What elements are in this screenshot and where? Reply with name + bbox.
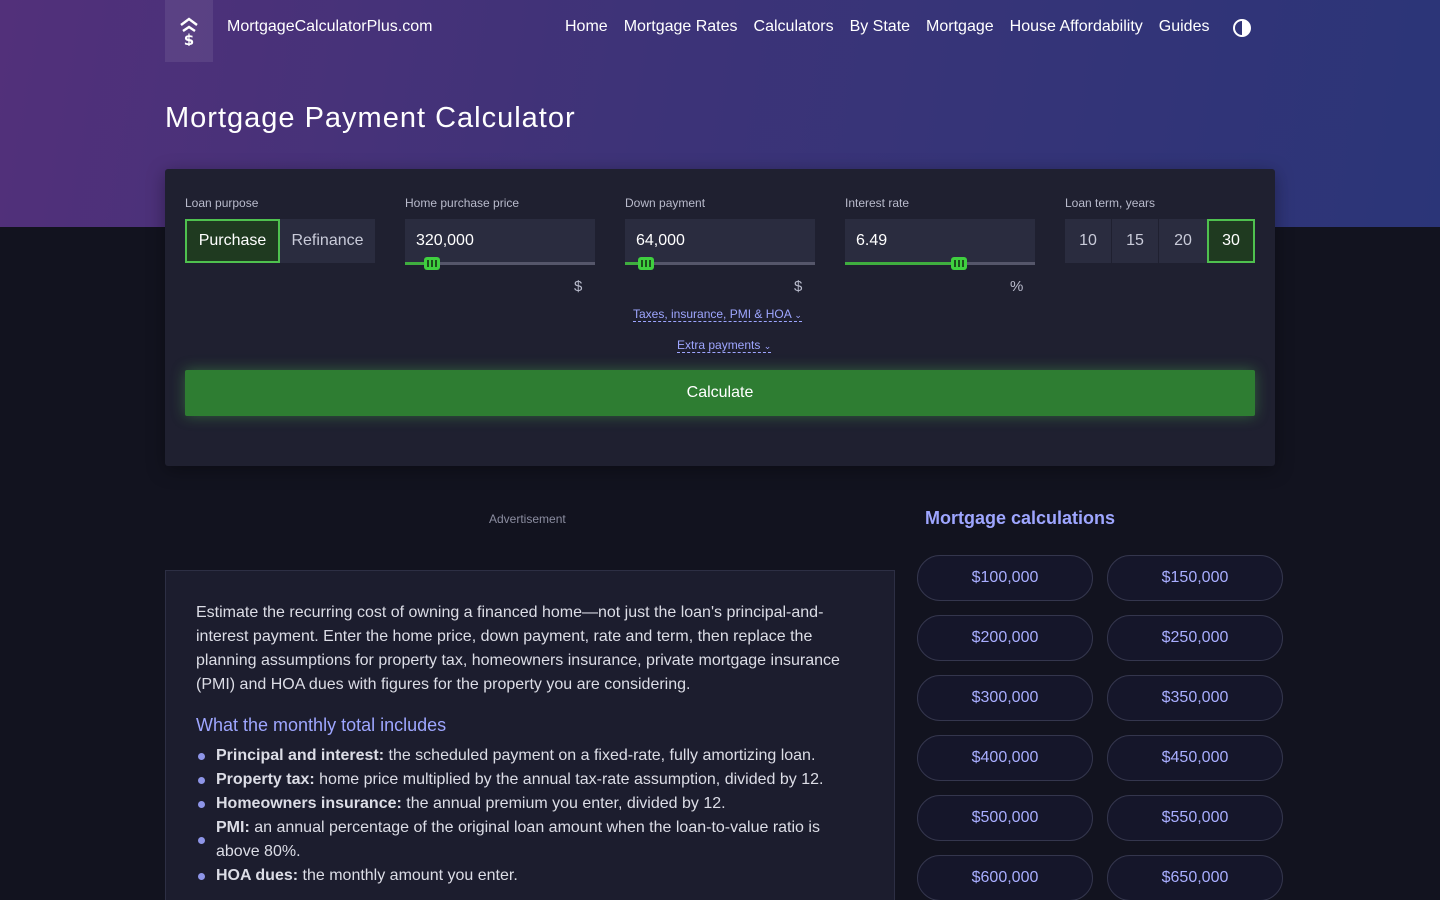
- nav-calculators[interactable]: Calculators: [754, 18, 834, 36]
- loan-term-toggle: 10 15 20 30: [1065, 219, 1255, 263]
- list-item: Principal and interest: the scheduled pa…: [196, 744, 864, 768]
- calc-link-650000[interactable]: $650,000: [1107, 855, 1283, 900]
- calculator-panel: Loan purpose Purchase Refinance Home pur…: [165, 169, 1275, 466]
- extra-payments-toggle[interactable]: Extra payments ⌄: [677, 338, 772, 353]
- nav-mortgage[interactable]: Mortgage: [926, 18, 994, 36]
- nav-mortgage-rates[interactable]: Mortgage Rates: [624, 18, 738, 36]
- home-price-unit: $: [574, 278, 583, 295]
- site-name-link[interactable]: MortgageCalculatorPlus.com: [227, 18, 432, 36]
- down-payment-slider[interactable]: [625, 257, 815, 270]
- down-payment-label: Down payment: [625, 196, 706, 210]
- list-item: HOA dues: the monthly amount you enter.: [196, 864, 864, 888]
- list-item: Homeowners insurance: the annual premium…: [196, 792, 864, 816]
- list-item-text: the scheduled payment on a fixed-rate, f…: [384, 747, 816, 764]
- chevron-down-icon: ⌄: [763, 341, 772, 351]
- svg-text:$: $: [184, 31, 194, 46]
- loan-purpose-label: Loan purpose: [185, 196, 259, 210]
- top-navigation-bar: $ MortgageCalculatorPlus.com Home Mortga…: [0, 0, 1440, 62]
- list-item-term: PMI:: [216, 819, 250, 836]
- calc-link-300000[interactable]: $300,000: [917, 675, 1093, 721]
- article-intro: Estimate the recurring cost of owning a …: [196, 604, 840, 693]
- main-nav: Home Mortgage Rates Calculators By State…: [565, 18, 1209, 36]
- home-price-label: Home purchase price: [405, 196, 520, 210]
- calculate-button[interactable]: Calculate: [185, 370, 1255, 416]
- calc-link-100000[interactable]: $100,000: [917, 555, 1093, 601]
- taxes-insurance-toggle-label: Taxes, insurance, PMI & HOA: [633, 307, 792, 321]
- interest-rate-slider[interactable]: [845, 257, 1035, 270]
- nav-home[interactable]: Home: [565, 18, 608, 36]
- list-item-term: Property tax:: [216, 771, 315, 788]
- term-15-button[interactable]: 15: [1112, 219, 1159, 263]
- calc-link-200000[interactable]: $200,000: [917, 615, 1093, 661]
- site-logo[interactable]: $: [165, 0, 213, 62]
- list-item-text: home price multiplied by the annual tax-…: [314, 771, 824, 788]
- interest-rate-unit: %: [1010, 278, 1024, 295]
- mortgage-calculations-grid: $100,000 $150,000 $200,000 $250,000 $300…: [917, 555, 1283, 900]
- nav-house-affordability[interactable]: House Affordability: [1010, 18, 1143, 36]
- list-item: Property tax: home price multiplied by t…: [196, 768, 864, 792]
- article-list: Principal and interest: the scheduled pa…: [196, 744, 864, 888]
- loan-term-label: Loan term, years: [1065, 196, 1156, 210]
- interest-rate-slider-fill: [845, 262, 959, 265]
- list-item-term: Principal and interest:: [216, 747, 385, 764]
- mortgage-calculations-title: Mortgage calculations: [925, 508, 1116, 528]
- taxes-insurance-toggle[interactable]: Taxes, insurance, PMI & HOA ⌄: [633, 307, 802, 322]
- down-payment-slider-handle[interactable]: [637, 257, 654, 270]
- interest-rate-slider-handle[interactable]: [951, 257, 967, 270]
- calc-link-150000[interactable]: $150,000: [1107, 555, 1283, 601]
- advertisement-label: Advertisement: [489, 512, 566, 526]
- calc-link-450000[interactable]: $450,000: [1107, 735, 1283, 781]
- dollar-up-arrow-icon: $: [180, 17, 198, 46]
- down-payment-field: [625, 219, 815, 270]
- article-heading: What the monthly total includes: [196, 715, 447, 735]
- list-item-text: an annual percentage of the original loa…: [216, 819, 820, 860]
- calc-link-400000[interactable]: $400,000: [917, 735, 1093, 781]
- chevron-down-icon: ⌄: [794, 310, 802, 320]
- interest-rate-label: Interest rate: [845, 196, 910, 210]
- calc-link-550000[interactable]: $550,000: [1107, 795, 1283, 841]
- list-item: PMI: an annual percentage of the origina…: [196, 816, 864, 864]
- contrast-icon[interactable]: [1233, 19, 1251, 37]
- nav-by-state[interactable]: By State: [850, 18, 910, 36]
- article-content: Estimate the recurring cost of owning a …: [165, 570, 895, 900]
- list-item-term: HOA dues:: [216, 867, 299, 884]
- list-item-text: the monthly amount you enter.: [298, 867, 518, 884]
- calc-link-350000[interactable]: $350,000: [1107, 675, 1283, 721]
- interest-rate-input[interactable]: [845, 219, 1035, 263]
- page-title: Mortgage Payment Calculator: [165, 102, 576, 134]
- loan-purpose-toggle: Purchase Refinance: [185, 219, 375, 263]
- nav-guides[interactable]: Guides: [1159, 18, 1210, 36]
- calc-link-500000[interactable]: $500,000: [917, 795, 1093, 841]
- down-payment-unit: $: [794, 278, 803, 295]
- down-payment-input[interactable]: [625, 219, 815, 263]
- calc-link-600000[interactable]: $600,000: [917, 855, 1093, 900]
- home-price-slider[interactable]: [405, 257, 595, 270]
- list-item-term: Homeowners insurance:: [216, 795, 402, 812]
- home-price-slider-handle[interactable]: [423, 257, 440, 270]
- extra-payments-toggle-label: Extra payments: [677, 338, 761, 352]
- term-10-button[interactable]: 10: [1065, 219, 1112, 263]
- interest-rate-field: [845, 219, 1035, 270]
- term-20-button[interactable]: 20: [1159, 219, 1207, 263]
- calc-link-250000[interactable]: $250,000: [1107, 615, 1283, 661]
- purpose-refinance-button[interactable]: Refinance: [280, 219, 375, 263]
- term-30-button[interactable]: 30: [1207, 219, 1255, 263]
- home-price-field: [405, 219, 595, 270]
- list-item-text: the annual premium you enter, divided by…: [401, 795, 726, 812]
- purpose-purchase-button[interactable]: Purchase: [185, 219, 280, 263]
